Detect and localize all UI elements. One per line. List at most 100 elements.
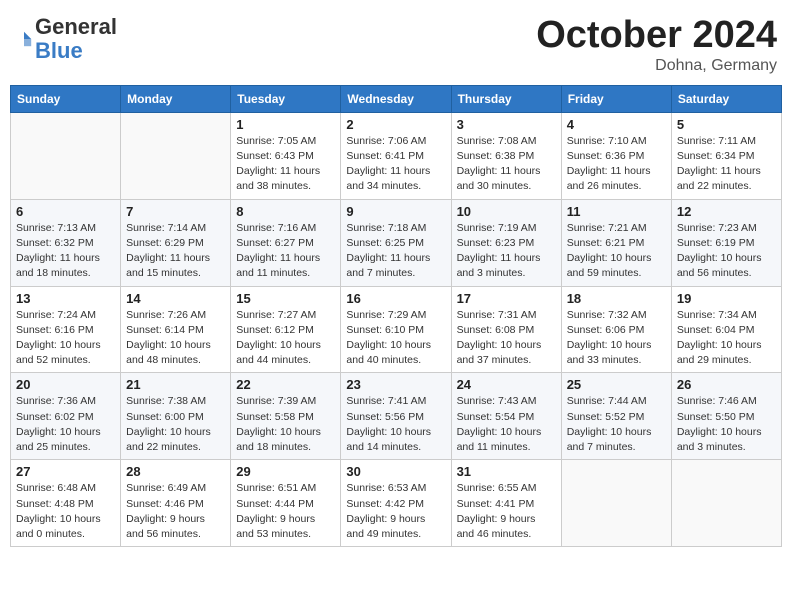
- day-detail: Sunrise: 7:32 AMSunset: 6:06 PMDaylight:…: [567, 308, 666, 369]
- day-detail: Sunrise: 7:29 AMSunset: 6:10 PMDaylight:…: [346, 308, 445, 369]
- day-number: 14: [126, 291, 225, 306]
- calendar-cell: 30 Sunrise: 6:53 AMSunset: 4:42 PMDayligh…: [341, 460, 451, 547]
- calendar-cell: 27 Sunrise: 6:48 AMSunset: 4:48 PMDayligh…: [11, 460, 121, 547]
- calendar-week-row: 27 Sunrise: 6:48 AMSunset: 4:48 PMDayligh…: [11, 460, 782, 547]
- day-number: 21: [126, 377, 225, 392]
- weekday-header-friday: Friday: [561, 85, 671, 112]
- day-detail: Sunrise: 7:18 AMSunset: 6:25 PMDaylight:…: [346, 221, 445, 282]
- calendar-cell: 9 Sunrise: 7:18 AMSunset: 6:25 PMDaylight…: [341, 199, 451, 286]
- day-detail: Sunrise: 7:39 AMSunset: 5:58 PMDaylight:…: [236, 394, 335, 455]
- day-number: 24: [457, 377, 556, 392]
- month-title: October 2024: [536, 15, 777, 57]
- page-header: General Blue October 2024 Dohna, Germany: [10, 10, 782, 75]
- day-number: 15: [236, 291, 335, 306]
- day-number: 8: [236, 204, 335, 219]
- day-number: 26: [677, 377, 776, 392]
- title-area: October 2024 Dohna, Germany: [536, 15, 777, 75]
- calendar-cell: 22 Sunrise: 7:39 AMSunset: 5:58 PMDayligh…: [231, 373, 341, 460]
- calendar-cell: 1 Sunrise: 7:05 AMSunset: 6:43 PMDaylight…: [231, 112, 341, 199]
- calendar-cell: 10 Sunrise: 7:19 AMSunset: 6:23 PMDayligh…: [451, 199, 561, 286]
- day-detail: Sunrise: 7:11 AMSunset: 6:34 PMDaylight:…: [677, 134, 776, 195]
- calendar-cell: 21 Sunrise: 7:38 AMSunset: 6:00 PMDayligh…: [121, 373, 231, 460]
- calendar-cell: [561, 460, 671, 547]
- calendar-cell: 8 Sunrise: 7:16 AMSunset: 6:27 PMDaylight…: [231, 199, 341, 286]
- day-number: 11: [567, 204, 666, 219]
- location-subtitle: Dohna, Germany: [536, 57, 777, 75]
- calendar-cell: 16 Sunrise: 7:29 AMSunset: 6:10 PMDayligh…: [341, 286, 451, 373]
- day-number: 19: [677, 291, 776, 306]
- calendar-cell: [11, 112, 121, 199]
- day-number: 1: [236, 117, 335, 132]
- calendar-week-row: 20Sunrise: 7:36 AMSunset: 6:02 PMDayligh…: [11, 373, 782, 460]
- day-detail: Sunrise: 6:51 AMSunset: 4:44 PMDaylight:…: [236, 481, 335, 542]
- weekday-header-tuesday: Tuesday: [231, 85, 341, 112]
- calendar-table: SundayMondayTuesdayWednesdayThursdayFrid…: [10, 85, 782, 547]
- logo-general-text: General: [35, 15, 117, 39]
- weekday-header-row: SundayMondayTuesdayWednesdayThursdayFrid…: [11, 85, 782, 112]
- day-number: 5: [677, 117, 776, 132]
- calendar-cell: 17 Sunrise: 7:31 AMSunset: 6:08 PMDayligh…: [451, 286, 561, 373]
- day-number: 4: [567, 117, 666, 132]
- day-number: 27: [16, 464, 115, 479]
- calendar-cell: 31Sunrise: 6:55 AMSunset: 4:41 PMDayligh…: [451, 460, 561, 547]
- calendar-cell: 5 Sunrise: 7:11 AMSunset: 6:34 PMDaylight…: [671, 112, 781, 199]
- day-detail: Sunrise: 7:13 AMSunset: 6:32 PMDaylight:…: [16, 221, 115, 282]
- day-number: 17: [457, 291, 556, 306]
- day-number: 13: [16, 291, 115, 306]
- calendar-cell: 20Sunrise: 7:36 AMSunset: 6:02 PMDayligh…: [11, 373, 121, 460]
- day-detail: Sunrise: 7:26 AMSunset: 6:14 PMDaylight:…: [126, 308, 225, 369]
- day-detail: Sunrise: 7:34 AMSunset: 6:04 PMDaylight:…: [677, 308, 776, 369]
- day-detail: Sunrise: 7:46 AMSunset: 5:50 PMDaylight:…: [677, 394, 776, 455]
- day-number: 6: [16, 204, 115, 219]
- calendar-cell: 29 Sunrise: 6:51 AMSunset: 4:44 PMDayligh…: [231, 460, 341, 547]
- day-number: 22: [236, 377, 335, 392]
- weekday-header-sunday: Sunday: [11, 85, 121, 112]
- day-detail: Sunrise: 7:43 AMSunset: 5:54 PMDaylight:…: [457, 394, 556, 455]
- day-detail: Sunrise: 7:08 AMSunset: 6:38 PMDaylight:…: [457, 134, 556, 195]
- day-number: 18: [567, 291, 666, 306]
- day-detail: Sunrise: 6:48 AMSunset: 4:48 PMDaylight:…: [16, 481, 115, 542]
- day-number: 9: [346, 204, 445, 219]
- calendar-cell: 13Sunrise: 7:24 AMSunset: 6:16 PMDayligh…: [11, 286, 121, 373]
- day-detail: Sunrise: 6:53 AMSunset: 4:42 PMDaylight:…: [346, 481, 445, 542]
- calendar-cell: 11 Sunrise: 7:21 AMSunset: 6:21 PMDayligh…: [561, 199, 671, 286]
- calendar-cell: 24 Sunrise: 7:43 AMSunset: 5:54 PMDayligh…: [451, 373, 561, 460]
- day-number: 29: [236, 464, 335, 479]
- calendar-week-row: 1 Sunrise: 7:05 AMSunset: 6:43 PMDaylight…: [11, 112, 782, 199]
- day-number: 12: [677, 204, 776, 219]
- calendar-cell: 2Sunrise: 7:06 AMSunset: 6:41 PMDaylight…: [341, 112, 451, 199]
- day-detail: Sunrise: 7:31 AMSunset: 6:08 PMDaylight:…: [457, 308, 556, 369]
- day-detail: Sunrise: 7:44 AMSunset: 5:52 PMDaylight:…: [567, 394, 666, 455]
- logo: General Blue: [15, 15, 117, 63]
- calendar-cell: 26 Sunrise: 7:46 AMSunset: 5:50 PMDayligh…: [671, 373, 781, 460]
- calendar-week-row: 6 Sunrise: 7:13 AMSunset: 6:32 PMDaylight…: [11, 199, 782, 286]
- weekday-header-saturday: Saturday: [671, 85, 781, 112]
- calendar-cell: 28 Sunrise: 6:49 AMSunset: 4:46 PMDayligh…: [121, 460, 231, 547]
- calendar-cell: 19 Sunrise: 7:34 AMSunset: 6:04 PMDayligh…: [671, 286, 781, 373]
- weekday-header-monday: Monday: [121, 85, 231, 112]
- day-detail: Sunrise: 7:21 AMSunset: 6:21 PMDaylight:…: [567, 221, 666, 282]
- day-detail: Sunrise: 7:38 AMSunset: 6:00 PMDaylight:…: [126, 394, 225, 455]
- day-detail: Sunrise: 7:23 AMSunset: 6:19 PMDaylight:…: [677, 221, 776, 282]
- weekday-header-wednesday: Wednesday: [341, 85, 451, 112]
- day-number: 25: [567, 377, 666, 392]
- day-detail: Sunrise: 7:16 AMSunset: 6:27 PMDaylight:…: [236, 221, 335, 282]
- day-number: 16: [346, 291, 445, 306]
- calendar-body: 1 Sunrise: 7:05 AMSunset: 6:43 PMDaylight…: [11, 112, 782, 546]
- day-detail: Sunrise: 7:19 AMSunset: 6:23 PMDaylight:…: [457, 221, 556, 282]
- day-number: 3: [457, 117, 556, 132]
- calendar-cell: 3 Sunrise: 7:08 AMSunset: 6:38 PMDaylight…: [451, 112, 561, 199]
- day-detail: Sunrise: 6:49 AMSunset: 4:46 PMDaylight:…: [126, 481, 225, 542]
- day-number: 10: [457, 204, 556, 219]
- day-detail: Sunrise: 7:05 AMSunset: 6:43 PMDaylight:…: [236, 134, 335, 195]
- day-detail: Sunrise: 7:27 AMSunset: 6:12 PMDaylight:…: [236, 308, 335, 369]
- day-number: 30: [346, 464, 445, 479]
- calendar-cell: 4Sunrise: 7:10 AMSunset: 6:36 PMDaylight…: [561, 112, 671, 199]
- calendar-cell: 6 Sunrise: 7:13 AMSunset: 6:32 PMDaylight…: [11, 199, 121, 286]
- logo-blue-text: Blue: [35, 39, 117, 63]
- calendar-week-row: 13Sunrise: 7:24 AMSunset: 6:16 PMDayligh…: [11, 286, 782, 373]
- day-detail: Sunrise: 7:36 AMSunset: 6:02 PMDaylight:…: [16, 394, 115, 455]
- day-number: 28: [126, 464, 225, 479]
- calendar-cell: 23Sunrise: 7:41 AMSunset: 5:56 PMDayligh…: [341, 373, 451, 460]
- weekday-header-thursday: Thursday: [451, 85, 561, 112]
